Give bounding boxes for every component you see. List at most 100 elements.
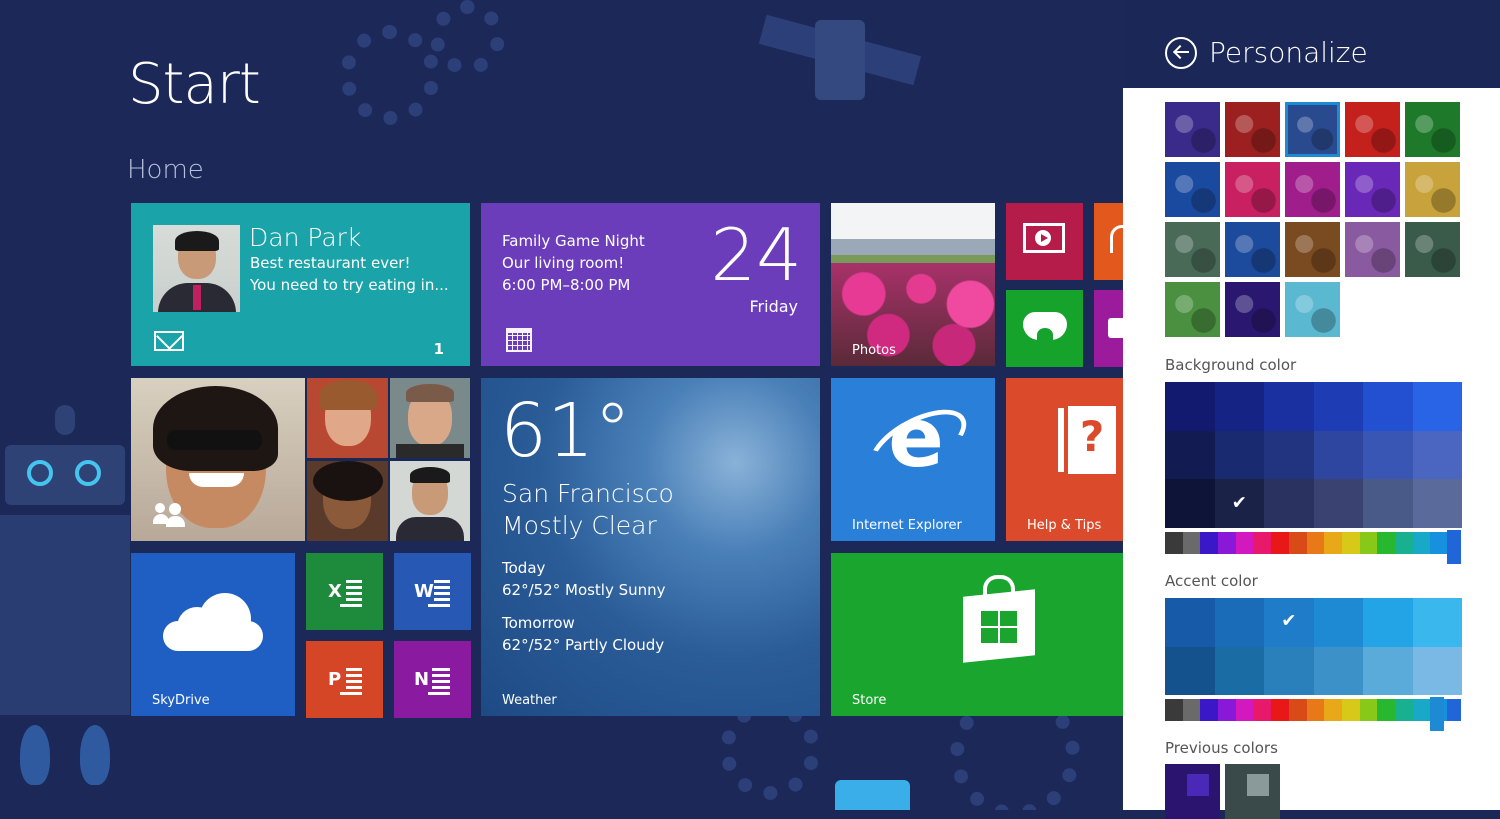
contact-photo bbox=[390, 378, 470, 458]
background-color-swatch[interactable] bbox=[1363, 479, 1413, 528]
background-pattern-swatch[interactable] bbox=[1225, 282, 1280, 337]
accent-color-swatch[interactable] bbox=[1214, 646, 1264, 695]
tile-label: Internet Explorer bbox=[852, 518, 962, 533]
help-tips-tile[interactable]: ? Help & Tips bbox=[1006, 378, 1123, 541]
hue-segment bbox=[1182, 532, 1201, 554]
previous-color-swatch[interactable] bbox=[1225, 764, 1280, 819]
camera-icon bbox=[1108, 318, 1123, 338]
background-color-swatch[interactable] bbox=[1165, 479, 1215, 528]
weather-tile[interactable]: 61° San Francisco Mostly Clear Today 62°… bbox=[481, 378, 820, 716]
background-color-swatch[interactable] bbox=[1412, 479, 1462, 528]
accent-color-swatch[interactable]: ✔ bbox=[1264, 598, 1314, 647]
accent-color-swatch[interactable] bbox=[1165, 598, 1215, 647]
photos-tile[interactable]: Photos bbox=[831, 203, 995, 366]
accent-color-swatch[interactable] bbox=[1412, 598, 1462, 647]
background-color-swatch[interactable] bbox=[1412, 382, 1462, 431]
music-tile[interactable] bbox=[1094, 203, 1123, 280]
background-pattern-swatch[interactable] bbox=[1225, 102, 1280, 157]
hue-segment bbox=[1377, 532, 1395, 554]
background-pattern-swatch[interactable] bbox=[1225, 222, 1280, 277]
background-pattern-swatch[interactable] bbox=[1345, 222, 1400, 277]
accent-hue-thumb[interactable] bbox=[1430, 697, 1444, 731]
background-color-swatch[interactable] bbox=[1165, 430, 1215, 480]
background-pattern-swatch[interactable] bbox=[1285, 282, 1340, 337]
background-pattern-swatch[interactable] bbox=[1165, 162, 1220, 217]
hue-segment bbox=[1377, 699, 1395, 721]
background-color-swatch[interactable] bbox=[1313, 430, 1363, 480]
tile-label: Store bbox=[852, 693, 887, 708]
accent-color-swatch[interactable] bbox=[1412, 646, 1462, 695]
contact-photo bbox=[307, 378, 388, 458]
event-title: Family Game Night bbox=[502, 232, 645, 250]
background-color-swatch[interactable] bbox=[1214, 382, 1264, 431]
background-color-swatch[interactable] bbox=[1363, 382, 1413, 431]
weather-condition: Mostly Clear bbox=[502, 511, 657, 540]
background-hue-slider[interactable] bbox=[1165, 532, 1448, 554]
hue-segment bbox=[1253, 699, 1272, 721]
hue-segment bbox=[1288, 699, 1307, 721]
people-mail-tile[interactable]: Dan Park Best restaurant ever! You need … bbox=[131, 203, 470, 366]
background-pattern-swatch[interactable] bbox=[1165, 102, 1220, 157]
background-color-swatch[interactable]: ✔ bbox=[1214, 479, 1264, 528]
background-color-swatch[interactable] bbox=[1363, 430, 1413, 480]
background-pattern-swatch[interactable] bbox=[1405, 162, 1460, 217]
accent-hue-slider[interactable] bbox=[1165, 699, 1448, 721]
background-pattern-swatch[interactable] bbox=[1165, 282, 1220, 337]
accent-color-grid: ✔ bbox=[1165, 598, 1462, 695]
calendar-tile[interactable]: Family Game Night Our living room! 6:00 … bbox=[481, 203, 820, 366]
message-line: You need to try eating in... bbox=[250, 276, 449, 294]
hue-segment bbox=[1200, 699, 1219, 721]
forecast-tomorrow: 62°/52° Partly Cloudy bbox=[502, 636, 665, 654]
avatar bbox=[153, 225, 240, 312]
background-hue-thumb[interactable] bbox=[1447, 530, 1461, 564]
video-tile[interactable] bbox=[1006, 203, 1083, 280]
background-color-swatch[interactable] bbox=[1214, 430, 1264, 480]
previous-colors-label: Previous colors bbox=[1165, 739, 1278, 757]
accent-color-swatch[interactable] bbox=[1264, 646, 1314, 695]
background-pattern-swatch[interactable] bbox=[1285, 102, 1340, 157]
excel-tile[interactable]: X bbox=[306, 553, 383, 630]
background-pattern-swatch[interactable] bbox=[1285, 222, 1340, 277]
message-line: Best restaurant ever! bbox=[250, 254, 411, 272]
background-pattern-swatch[interactable] bbox=[1225, 162, 1280, 217]
games-tile[interactable] bbox=[1006, 290, 1083, 367]
powerpoint-tile[interactable]: P bbox=[306, 641, 383, 718]
store-tile[interactable]: Store bbox=[831, 553, 1123, 716]
background-color-swatch[interactable] bbox=[1313, 479, 1363, 528]
accent-color-swatch[interactable] bbox=[1363, 598, 1413, 647]
background-pattern-swatch[interactable] bbox=[1165, 222, 1220, 277]
accent-color-swatch[interactable] bbox=[1165, 646, 1215, 695]
background-color-swatch[interactable] bbox=[1264, 382, 1314, 431]
background-color-swatch[interactable] bbox=[1264, 479, 1314, 528]
back-arrow-icon[interactable] bbox=[1165, 37, 1197, 69]
gear-decoration bbox=[430, 0, 505, 75]
skydrive-tile[interactable]: SkyDrive bbox=[131, 553, 295, 716]
background-pattern-swatch[interactable] bbox=[1345, 102, 1400, 157]
previous-color-swatch[interactable] bbox=[1165, 764, 1220, 819]
people-hub-tile[interactable] bbox=[131, 378, 470, 541]
accent-color-swatch[interactable] bbox=[1313, 646, 1363, 695]
accent-color-swatch[interactable] bbox=[1214, 598, 1264, 647]
hue-segment bbox=[1306, 532, 1325, 554]
internet-explorer-tile[interactable]: e Internet Explorer bbox=[831, 378, 995, 541]
background-pattern-swatch[interactable] bbox=[1285, 162, 1340, 217]
background-pattern-swatch[interactable] bbox=[1345, 162, 1400, 217]
robot-decoration bbox=[0, 405, 130, 805]
background-color-swatch[interactable] bbox=[1412, 430, 1462, 480]
word-tile[interactable]: W bbox=[394, 553, 471, 630]
background-color-swatch[interactable] bbox=[1165, 382, 1215, 431]
background-pattern-swatch[interactable] bbox=[1405, 222, 1460, 277]
accent-color-swatch[interactable] bbox=[1313, 598, 1363, 647]
background-color-swatch[interactable] bbox=[1313, 382, 1363, 431]
onenote-tile[interactable]: N bbox=[394, 641, 471, 718]
camera-tile[interactable] bbox=[1094, 290, 1123, 367]
xbox-controller-icon bbox=[1023, 312, 1067, 342]
event-location: Our living room! bbox=[502, 254, 625, 272]
panel-title: Personalize bbox=[1209, 36, 1368, 69]
background-pattern-swatch[interactable] bbox=[1405, 102, 1460, 157]
contact-photo bbox=[390, 461, 470, 541]
hue-segment bbox=[1341, 532, 1360, 554]
background-color-swatch[interactable] bbox=[1264, 430, 1314, 480]
accent-color-swatch[interactable] bbox=[1363, 646, 1413, 695]
hue-segment bbox=[1182, 699, 1201, 721]
